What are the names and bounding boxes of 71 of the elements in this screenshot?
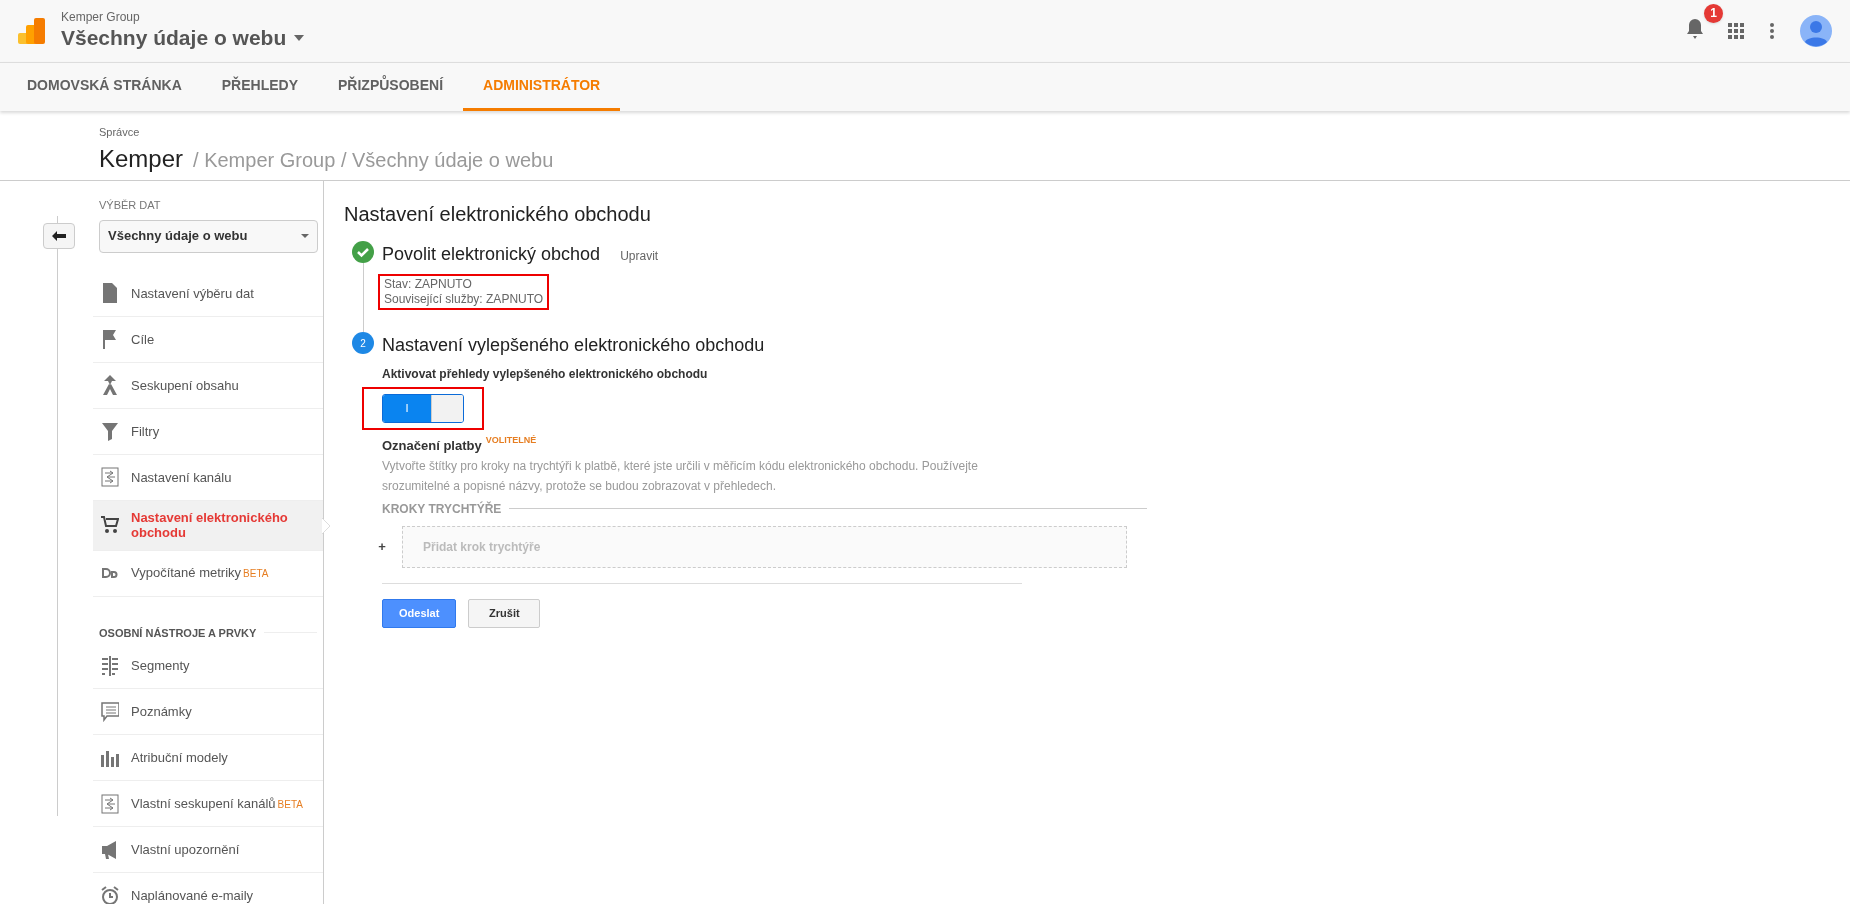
pointer-notch-icon [322, 517, 331, 534]
user-avatar-icon [1800, 15, 1832, 47]
cancel-button[interactable]: Zrušit [468, 598, 541, 628]
sidebar-item[interactable]: Nastavení výběru dat [93, 270, 323, 317]
view-select[interactable]: Všechny údaje o webu [99, 219, 318, 253]
cart-icon [101, 515, 119, 535]
apps-grid-icon [1728, 23, 1744, 39]
notifications-button[interactable] [1686, 16, 1704, 39]
sidebar-item[interactable]: Nastavení elektronického obchodu [93, 500, 323, 551]
sidebar-item[interactable]: Naplánované e-maily [93, 873, 323, 904]
nav-tab[interactable]: PŘEHLEDY [201, 63, 318, 111]
view-selector[interactable]: Všechny údaje o webu [61, 24, 305, 52]
page-title: Nastavení elektronického obchodu [344, 202, 652, 227]
item-label: Vlastní seskupení kanálů [131, 795, 276, 811]
beta-label: BETA [277, 797, 303, 812]
optional-tag: VOLITELNÉ [485, 434, 537, 448]
sidebar-item[interactable]: Segmenty [93, 643, 323, 689]
channel-settings-icon [101, 467, 119, 487]
funnel-icon [101, 421, 119, 441]
nav-tab[interactable]: DOMOVSKÁ STRÁNKA [7, 63, 202, 111]
sidebar-item[interactable]: Vypočítané metrikyBETA [93, 550, 323, 597]
section-label: OSOBNÍ NÁSTROJE A PRVKY [99, 625, 257, 641]
logo-icon [18, 17, 45, 45]
account-title: Kemper [99, 144, 184, 174]
field-label: Označení platby [382, 437, 482, 455]
segments-icon [101, 655, 119, 676]
check-circle-icon [352, 241, 374, 263]
more-icon [1770, 23, 1774, 39]
channel-settings-icon [101, 793, 119, 814]
sidebar-item[interactable]: Nastavení kanálu [93, 454, 323, 501]
notification-badge: 1 [1704, 3, 1723, 23]
plus-sign: + [377, 537, 387, 556]
sidebar-item[interactable]: Filtry [93, 408, 323, 455]
document-icon [101, 283, 119, 303]
toggle-label: Aktivovat přehledy vylepšeného elektronického obchodu [382, 366, 709, 383]
section-label: KROKY TRYCHTÝŘE [382, 500, 502, 518]
sidebar-item[interactable]: Cíle [93, 316, 323, 363]
nav-tab[interactable]: PŘIZPŮSOBENÍ [318, 63, 464, 111]
description-text: Vytvořte štítky pro kroky na trychtýři k platbě, které jste určili v měřicím kódu elektronického obchodu. Používejte srozumitelné a popisné názvy, protože se budou zobrazovat v přehledech. [382, 457, 979, 495]
comment-icon [101, 701, 119, 722]
step-title: Povolit elektronický obchod [382, 243, 601, 266]
alarm-clock-icon [101, 885, 119, 904]
caret-icon [294, 35, 305, 41]
sidebar-item[interactable]: Atribuční modely [93, 735, 323, 781]
breadcrumb-path: / Kemper Group / Všechny údaje o webu [193, 148, 554, 173]
beta-label: BETA [243, 567, 269, 581]
apps-button[interactable] [1728, 23, 1744, 39]
step-title: Nastavení vylepšeného elektronického obchodu [382, 334, 765, 357]
item-label: Vypočítané metriky [131, 565, 242, 580]
back-arrow-icon [52, 231, 66, 241]
bell-icon [1686, 16, 1704, 39]
megaphone-icon [101, 839, 119, 860]
status-text: Související služby: ZAPNUTO [384, 292, 544, 307]
more-button[interactable] [1770, 23, 1774, 39]
sidebar-item[interactable]: Seskupení obsahu [93, 362, 323, 409]
breadcrumb-caption: Správce [99, 125, 141, 139]
flag-icon [101, 329, 119, 349]
merge-arrow-icon [101, 375, 119, 395]
account-name: Kemper Group [61, 10, 141, 24]
toggle-switch[interactable]: I [382, 394, 464, 423]
edit-link[interactable]: Upravit [620, 247, 659, 265]
status-text: Stav: ZAPNUTO [384, 277, 473, 292]
account-avatar[interactable] [1800, 15, 1832, 47]
back-button[interactable] [43, 223, 75, 249]
funnel-step-input[interactable]: Přidat krok trychtýře [402, 525, 1127, 568]
step-number: 2 [352, 332, 374, 354]
section-label: VÝBĚR DAT [98, 198, 162, 213]
sidebar-item[interactable]: Vlastní seskupení kanálů BETA [93, 781, 323, 827]
caret-icon [301, 234, 309, 238]
sidebar-item[interactable]: Poznámky [93, 689, 323, 735]
sidebar-item[interactable]: Vlastní upozornění [93, 827, 323, 873]
